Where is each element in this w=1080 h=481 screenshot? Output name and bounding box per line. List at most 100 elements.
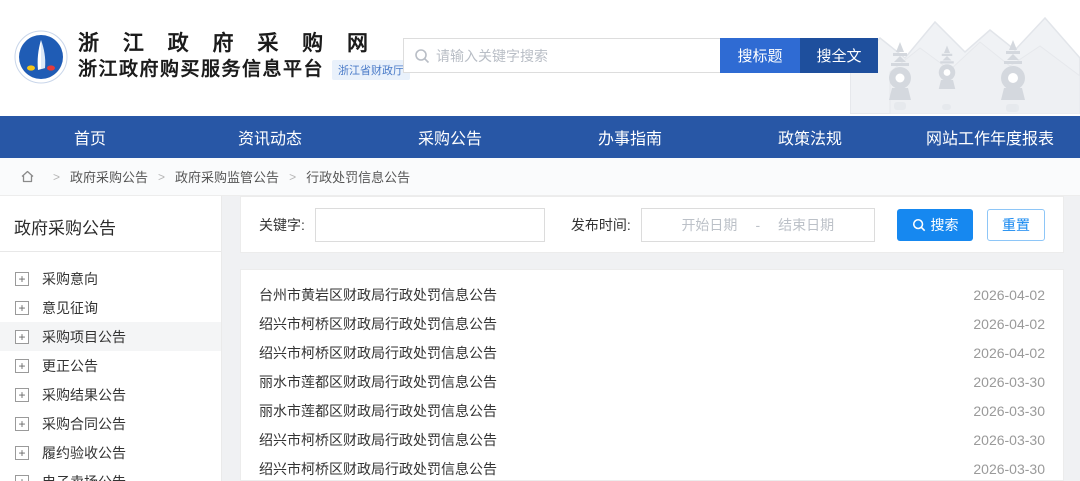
finance-dept-badge: 浙江省财政厅 xyxy=(332,60,411,80)
site-logo xyxy=(14,30,68,84)
announcement-date: 2026-03-30 xyxy=(973,431,1045,448)
publish-date-label: 发布时间: xyxy=(570,216,631,233)
home-icon[interactable] xyxy=(20,169,35,184)
site-title: 浙 江 政 府 采 购 网 xyxy=(78,32,378,55)
announcement-date: 2026-03-30 xyxy=(973,402,1045,419)
keyword-input[interactable] xyxy=(314,207,545,242)
reset-button[interactable]: 重置 xyxy=(987,208,1045,241)
sidebar-title: 政府采购公告 xyxy=(14,219,116,238)
sidebar-item[interactable]: + 采购意向 xyxy=(0,264,221,293)
list-item[interactable]: 绍兴市柯桥区财政局行政处罚信息公告 2026-04-02 xyxy=(259,309,1045,338)
sidebar-item-label: 采购合同公告 xyxy=(42,415,126,432)
sidebar-item-label: 更正公告 xyxy=(42,357,98,374)
date-start-placeholder[interactable]: 开始日期 xyxy=(681,215,737,235)
site-subtitle: 浙江政府购买服务信息平台 xyxy=(78,59,325,80)
expand-plus-icon[interactable]: + xyxy=(15,329,29,344)
expand-plus-icon[interactable]: + xyxy=(15,416,29,431)
sidebar-item-label: 采购项目公告 xyxy=(42,328,126,345)
breadcrumb-label[interactable]: 行政处罚信息公告 xyxy=(306,167,410,186)
nav-item[interactable]: 采购公告 xyxy=(360,116,540,158)
expand-plus-icon[interactable]: + xyxy=(15,358,29,373)
breadcrumb-item: > 政府采购监管公告 xyxy=(148,167,279,186)
breadcrumb-item: > 政府采购公告 xyxy=(43,167,148,186)
sidebar: 政府采购公告 + 采购意向 + 意见征询 + 采购项目公告 + 更正公告 + 采… xyxy=(0,196,222,481)
breadcrumb-separator: > xyxy=(289,169,297,184)
header-search-group: 搜标题 搜全文 xyxy=(403,38,878,73)
nav-item[interactable]: 资讯动态 xyxy=(180,116,360,158)
header-search-input[interactable] xyxy=(404,39,720,72)
sidebar-item[interactable]: + 更正公告 xyxy=(0,351,221,380)
list-item[interactable]: 丽水市莲都区财政局行政处罚信息公告 2026-03-30 xyxy=(259,367,1045,396)
list-item[interactable]: 绍兴市柯桥区财政局行政处罚信息公告 2026-03-30 xyxy=(259,454,1045,480)
announcement-date: 2026-03-30 xyxy=(973,373,1045,390)
announcement-title[interactable]: 绍兴市柯桥区财政局行政处罚信息公告 xyxy=(259,430,497,450)
filter-bar: 关键字: 发布时间: 开始日期 - 结束日期 搜索 重置 xyxy=(240,196,1064,253)
announcement-title[interactable]: 丽水市莲都区财政局行政处罚信息公告 xyxy=(259,372,497,392)
breadcrumb-label[interactable]: 政府采购监管公告 xyxy=(175,167,279,186)
sidebar-item[interactable]: + 意见征询 xyxy=(0,293,221,322)
list-item[interactable]: 绍兴市柯桥区财政局行政处罚信息公告 2026-03-30 xyxy=(259,425,1045,454)
nav-item-label: 办事指南 xyxy=(597,131,662,148)
sidebar-list: + 采购意向 + 意见征询 + 采购项目公告 + 更正公告 + 采购结果公告 +… xyxy=(0,252,221,481)
nav-item-label: 采购公告 xyxy=(417,131,482,148)
search-icon xyxy=(415,49,430,64)
expand-plus-icon[interactable]: + xyxy=(15,271,29,286)
list-item[interactable]: 丽水市莲都区财政局行政处罚信息公告 2026-03-30 xyxy=(259,396,1045,425)
search-fulltext-button[interactable]: 搜全文 xyxy=(800,38,878,73)
announcement-title[interactable]: 台州市黄岩区财政局行政处罚信息公告 xyxy=(259,285,497,305)
breadcrumb: > 政府采购公告 > 政府采购监管公告 > 行政处罚信息公告 xyxy=(0,158,1080,196)
announcement-date: 2026-04-02 xyxy=(973,344,1045,361)
sidebar-item[interactable]: + 履约验收公告 xyxy=(0,438,221,467)
sidebar-item-label: 采购意向 xyxy=(42,270,98,287)
main-panel: 关键字: 发布时间: 开始日期 - 结束日期 搜索 重置 台州市黄岩区财政局行政… xyxy=(240,196,1064,481)
nav-item-label: 网站工作年度报表 xyxy=(925,131,1054,148)
list-item[interactable]: 台州市黄岩区财政局行政处罚信息公告 2026-04-02 xyxy=(259,280,1045,309)
header-search-box xyxy=(403,38,720,73)
sidebar-item-label: 采购结果公告 xyxy=(42,386,126,403)
breadcrumb-separator: > xyxy=(158,169,166,184)
sidebar-item[interactable]: + 采购结果公告 xyxy=(0,380,221,409)
sidebar-item[interactable]: + 采购合同公告 xyxy=(0,409,221,438)
expand-plus-icon[interactable]: + xyxy=(15,387,29,402)
announcement-title[interactable]: 绍兴市柯桥区财政局行政处罚信息公告 xyxy=(259,343,497,363)
expand-plus-icon[interactable]: + xyxy=(15,300,29,315)
nav-item-label: 政策法规 xyxy=(777,131,842,148)
sidebar-item[interactable]: + 采购项目公告 xyxy=(0,322,221,351)
sidebar-item[interactable]: + 电子卖场公告 xyxy=(0,467,221,481)
expand-plus-icon[interactable]: + xyxy=(15,474,29,481)
search-button-label: 搜索 xyxy=(930,216,959,233)
date-end-placeholder[interactable]: 结束日期 xyxy=(778,215,834,235)
nav-item-label: 资讯动态 xyxy=(237,131,302,148)
breadcrumb-separator: > xyxy=(53,169,61,184)
site-title-block: 浙 江 政 府 采 购 网 浙江政府购买服务信息平台 浙江省财政厅 xyxy=(78,31,411,83)
site-header: 浙 江 政 府 采 购 网 浙江政府购买服务信息平台 浙江省财政厅 搜标题 搜全… xyxy=(0,0,1080,116)
search-button[interactable]: 搜索 xyxy=(897,208,973,241)
keyword-label: 关键字: xyxy=(259,216,305,233)
nav-item-label: 首页 xyxy=(73,131,106,148)
search-title-button[interactable]: 搜标题 xyxy=(720,38,800,73)
date-range-picker[interactable]: 开始日期 - 结束日期 xyxy=(640,207,875,242)
announcement-date: 2026-03-30 xyxy=(973,460,1045,477)
breadcrumb-item: > 行政处罚信息公告 xyxy=(279,167,410,186)
nav-item[interactable]: 政策法规 xyxy=(720,116,900,158)
sidebar-item-label: 电子卖场公告 xyxy=(42,472,126,481)
content-area: 政府采购公告 + 采购意向 + 意见征询 + 采购项目公告 + 更正公告 + 采… xyxy=(0,196,1080,481)
nav-item[interactable]: 办事指南 xyxy=(540,116,720,158)
expand-plus-icon[interactable]: + xyxy=(15,445,29,460)
search-icon xyxy=(912,218,925,231)
sidebar-item-label: 意见征询 xyxy=(42,299,98,316)
main-nav: 首页 资讯动态 采购公告 办事指南 政策法规 网站工作年度报表 xyxy=(0,116,1080,158)
announcement-date: 2026-04-02 xyxy=(973,315,1045,332)
sidebar-item-label: 履约验收公告 xyxy=(42,444,126,461)
breadcrumb-label[interactable]: 政府采购公告 xyxy=(70,167,148,186)
announcement-list: 台州市黄岩区财政局行政处罚信息公告 2026-04-02 绍兴市柯桥区财政局行政… xyxy=(240,269,1064,481)
announcement-title[interactable]: 绍兴市柯桥区财政局行政处罚信息公告 xyxy=(259,459,497,479)
nav-item[interactable]: 首页 xyxy=(0,116,180,158)
announcement-date: 2026-04-02 xyxy=(973,286,1045,303)
list-item[interactable]: 绍兴市柯桥区财政局行政处罚信息公告 2026-04-02 xyxy=(259,338,1045,367)
announcement-title[interactable]: 绍兴市柯桥区财政局行政处罚信息公告 xyxy=(259,314,497,334)
nav-item[interactable]: 网站工作年度报表 xyxy=(900,116,1080,158)
date-separator: - xyxy=(755,216,761,233)
westlake-watermark-image xyxy=(850,16,1080,114)
announcement-title[interactable]: 丽水市莲都区财政局行政处罚信息公告 xyxy=(259,401,497,421)
